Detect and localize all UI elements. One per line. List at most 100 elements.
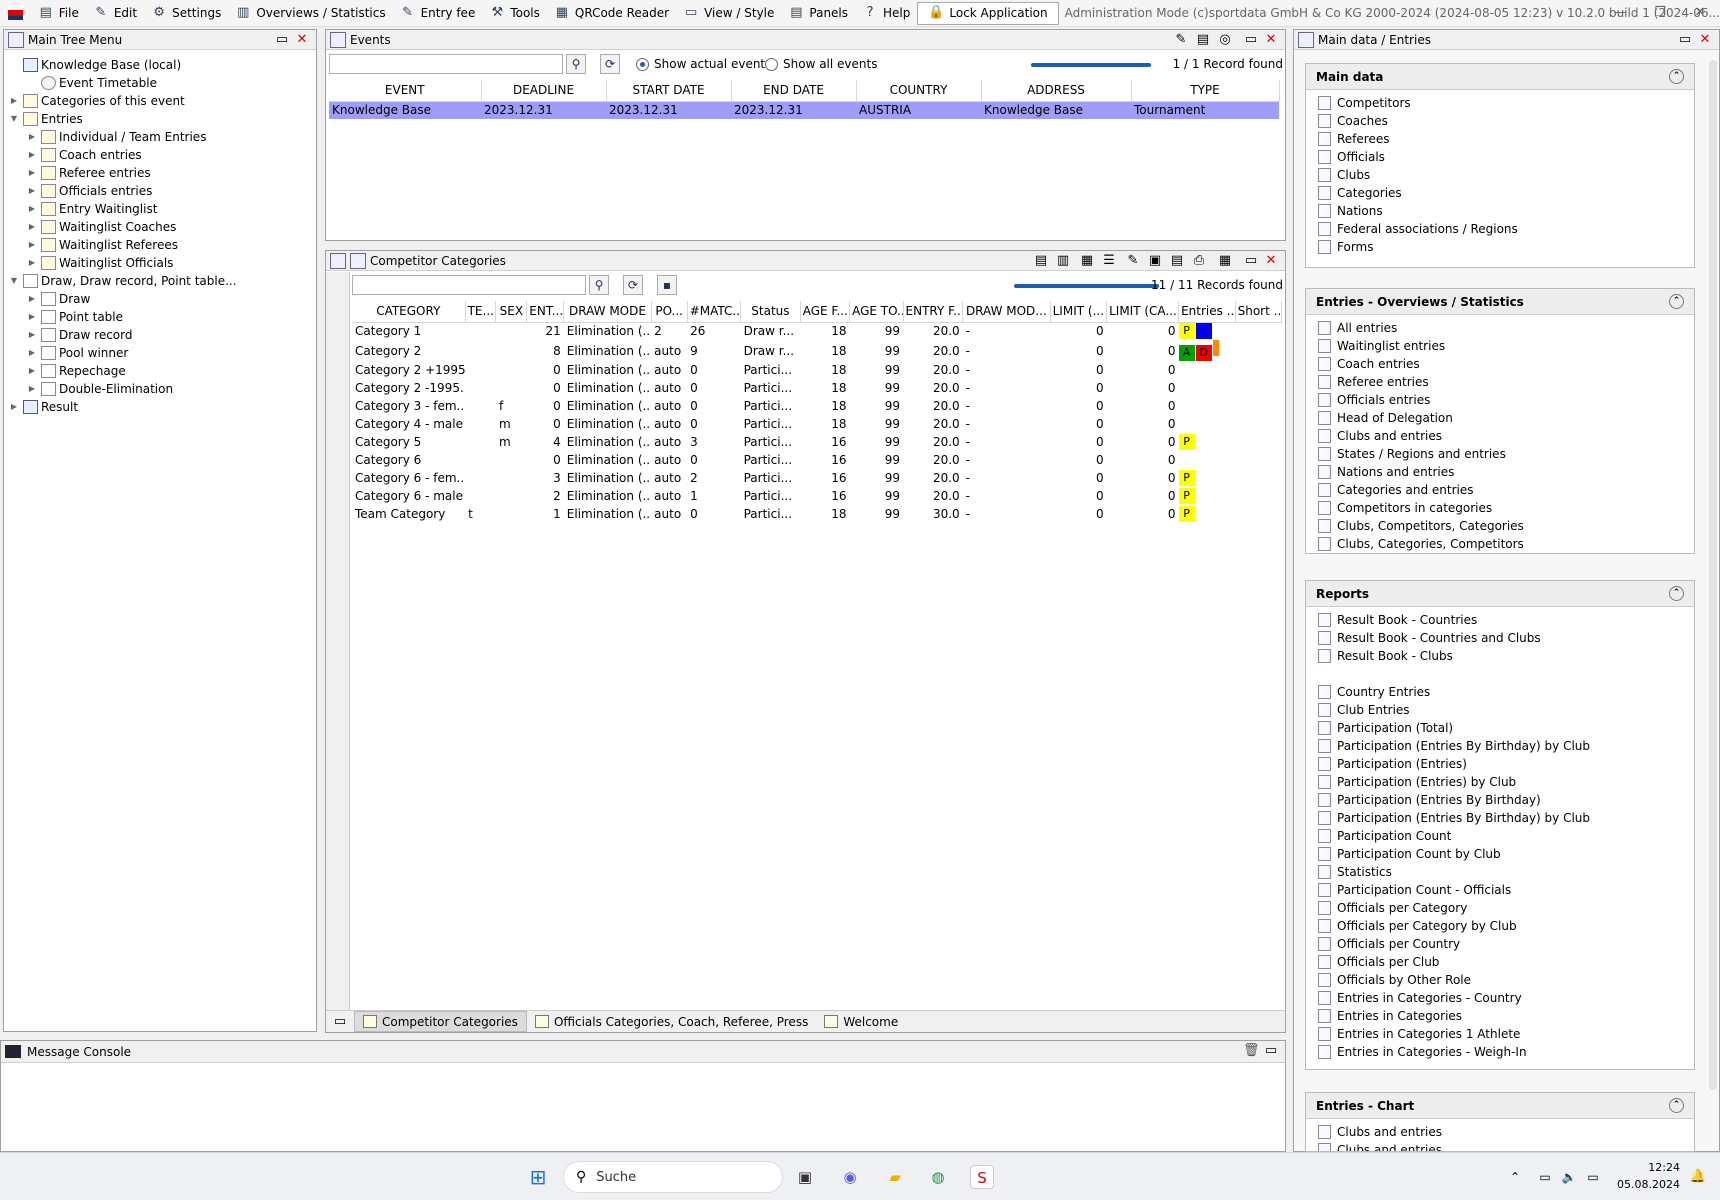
tree-item[interactable]: ▶ Result xyxy=(8,398,237,416)
tree-item[interactable]: ▶ Draw xyxy=(8,290,237,308)
list-item[interactable]: Competitors xyxy=(1306,94,1694,112)
tree-toggle-icon[interactable]: ▶ xyxy=(26,182,38,200)
clock-time[interactable]: 12:24 xyxy=(1620,1161,1680,1174)
list-item[interactable]: Statistics xyxy=(1306,863,1694,881)
save-button[interactable]: ▪ xyxy=(657,275,677,295)
tree-item[interactable]: ▶ Waitinglist Coaches xyxy=(8,218,237,236)
categories-column-header[interactable]: DRAW MODE xyxy=(563,301,652,323)
collapse-icon[interactable]: ⌃ xyxy=(1669,586,1684,601)
categories-column-header[interactable]: SEX xyxy=(495,301,528,323)
list-item[interactable]: Participation (Entries By Birthday) by C… xyxy=(1306,737,1694,755)
taskbar-search[interactable]: ⚲ Suche xyxy=(563,1161,783,1193)
list-item[interactable]: Entries in Categories 1 Athlete xyxy=(1306,1025,1694,1043)
list-item[interactable]: Referee entries xyxy=(1306,373,1694,391)
menu-view-style[interactable]: ▭ View / Style xyxy=(676,0,781,26)
list-item[interactable]: Result Book - Clubs xyxy=(1306,647,1694,665)
battery-icon[interactable]: ▭ xyxy=(1581,1165,1605,1189)
tree-toggle-icon[interactable]: ▶ xyxy=(26,326,38,344)
list-item[interactable]: All entries xyxy=(1306,319,1694,337)
columns-icon[interactable]: ▣ xyxy=(1147,253,1163,269)
list-item[interactable]: Head of Delegation xyxy=(1306,409,1694,427)
categories-sync-button[interactable]: ⟳ xyxy=(623,275,643,295)
tab-competitor-categories[interactable]: Competitor Categories xyxy=(354,1011,527,1032)
events-search-input[interactable] xyxy=(329,54,563,74)
form-icon[interactable]: ▦ xyxy=(1079,253,1095,269)
menu-tools[interactable]: ⚒ Tools xyxy=(482,0,547,26)
list-item[interactable]: Clubs and entries xyxy=(1306,1123,1694,1141)
tree-item[interactable]: ▶ Entry Waitinglist xyxy=(8,200,237,218)
list-item[interactable]: Participation (Entries) xyxy=(1306,755,1694,773)
tree-toggle-icon[interactable]: ▶ xyxy=(26,218,38,236)
categories-column-header[interactable]: ENTRY F... xyxy=(903,301,964,323)
maximize-panel-icon[interactable]: ▭ xyxy=(1263,1043,1279,1059)
tree-toggle-icon[interactable]: ▶ xyxy=(26,146,38,164)
show-actual-events-radio[interactable]: Show actual events xyxy=(636,57,771,71)
events-column-header[interactable]: EVENT xyxy=(329,80,482,102)
maximize-panel-icon[interactable]: ▭ xyxy=(274,32,290,48)
tree-toggle-icon[interactable]: ▶ xyxy=(26,362,38,380)
tree-toggle-icon[interactable]: ▶ xyxy=(26,380,38,398)
list-item[interactable]: Nations and entries xyxy=(1306,463,1694,481)
maximize-panel-icon[interactable]: ▭ xyxy=(1243,253,1259,269)
tree-toggle-icon[interactable]: ▶ xyxy=(26,236,38,254)
right-scrollbar[interactable] xyxy=(1709,60,1717,1090)
list-item[interactable]: Officials xyxy=(1306,148,1694,166)
collapse-icon[interactable]: ⌃ xyxy=(1669,294,1684,309)
list-item[interactable]: Officials by Other Role xyxy=(1306,971,1694,989)
maximize-button[interactable]: ❐ xyxy=(1640,0,1680,27)
list-item[interactable]: Entries in Categories xyxy=(1306,1007,1694,1025)
events-row[interactable]: Knowledge Base 2023.12.31 2023.12.31 2023.1… xyxy=(329,101,1279,119)
category-row[interactable]: Category 2 -1995... 0 Elimination (... auto… xyxy=(352,379,1282,397)
copy-icon[interactable]: ▥ xyxy=(1055,253,1071,269)
close-panel-icon[interactable]: ✕ xyxy=(294,32,310,48)
list-item[interactable]: Country Entries xyxy=(1306,683,1694,701)
events-column-header[interactable]: START DATE xyxy=(606,80,732,102)
categories-search-button[interactable]: ⚲ xyxy=(589,275,609,295)
section-header[interactable]: Reports ⌃ xyxy=(1306,581,1694,607)
list-item[interactable]: Clubs and entries xyxy=(1306,427,1694,445)
collapse-icon[interactable]: ⌃ xyxy=(1669,69,1684,84)
category-row[interactable]: Category 1 21 Elimination (... 2 26 Draw r...… xyxy=(352,322,1282,340)
collapse-icon[interactable]: ⌃ xyxy=(1669,1098,1684,1113)
tree-item[interactable]: ▶ Repechage xyxy=(8,362,237,380)
tree-item[interactable]: ▶ Waitinglist Referees xyxy=(8,236,237,254)
list-item[interactable]: Categories and entries xyxy=(1306,481,1694,499)
section-header[interactable]: Main data ⌃ xyxy=(1306,64,1694,90)
list-item[interactable]: Officials entries xyxy=(1306,391,1694,409)
menu-panels[interactable]: ▤ Panels xyxy=(781,0,855,26)
category-row[interactable]: Category 2 8 Elimination (... auto 9 Draw r..… xyxy=(352,340,1282,361)
categories-column-header[interactable]: Status xyxy=(740,301,801,323)
tree-toggle-icon[interactable]: ▶ xyxy=(26,128,38,146)
list-item[interactable]: Nations xyxy=(1306,202,1694,220)
folder-icon[interactable]: ▰ xyxy=(883,1165,907,1189)
list-item[interactable]: Coach entries xyxy=(1306,355,1694,373)
categories-column-header[interactable]: PO... xyxy=(651,301,688,323)
category-row[interactable]: Category 3 - fem... f 0 Elimination (... aut… xyxy=(352,397,1282,415)
categories-search-input[interactable] xyxy=(352,275,586,295)
open-folder-icon[interactable]: ▤ xyxy=(1195,32,1211,48)
categories-column-header[interactable]: CATEGORY xyxy=(352,301,466,323)
tree-item[interactable]: ▶ Draw record xyxy=(8,326,237,344)
list-item[interactable]: Waitinglist entries xyxy=(1306,337,1694,355)
list-item[interactable]: Participation (Total) xyxy=(1306,719,1694,737)
chat-icon[interactable]: ◉ xyxy=(838,1165,862,1189)
tree-item[interactable]: ▶ Pool winner xyxy=(8,344,237,362)
close-panel-icon[interactable]: ✕ xyxy=(1697,32,1713,48)
list-item[interactable]: Participation (Entries By Birthday) xyxy=(1306,791,1694,809)
clock-date[interactable]: 05.08.2024 xyxy=(1610,1178,1680,1191)
list-item[interactable]: Club Entries xyxy=(1306,701,1694,719)
events-column-header[interactable]: DEADLINE xyxy=(481,80,607,102)
category-row[interactable]: Category 4 - male m 0 Elimination (... auto 0… xyxy=(352,415,1282,433)
edit-icon[interactable]: ✎ xyxy=(1125,253,1141,269)
list-item[interactable]: Officials per Category xyxy=(1306,899,1694,917)
category-row[interactable]: Category 6 - fem... 3 Elimination (... auto… xyxy=(352,469,1282,487)
tree-item[interactable]: ▶ Double-Elimination xyxy=(8,380,237,398)
tree-item[interactable]: ▶ Referee entries xyxy=(8,164,237,182)
list-item[interactable]: Clubs xyxy=(1306,166,1694,184)
tab-officials-categories[interactable]: Officials Categories, Coach, Referee, Pr… xyxy=(527,1011,816,1032)
tree-toggle-icon[interactable]: ▶ xyxy=(8,398,20,416)
list-item[interactable]: Result Book - Countries and Clubs xyxy=(1306,629,1694,647)
tree-item[interactable]: ▶ Point table xyxy=(8,308,237,326)
tree-toggle-icon[interactable]: ▶ xyxy=(26,290,38,308)
tree-toggle-icon[interactable]: ▼ xyxy=(8,110,20,128)
